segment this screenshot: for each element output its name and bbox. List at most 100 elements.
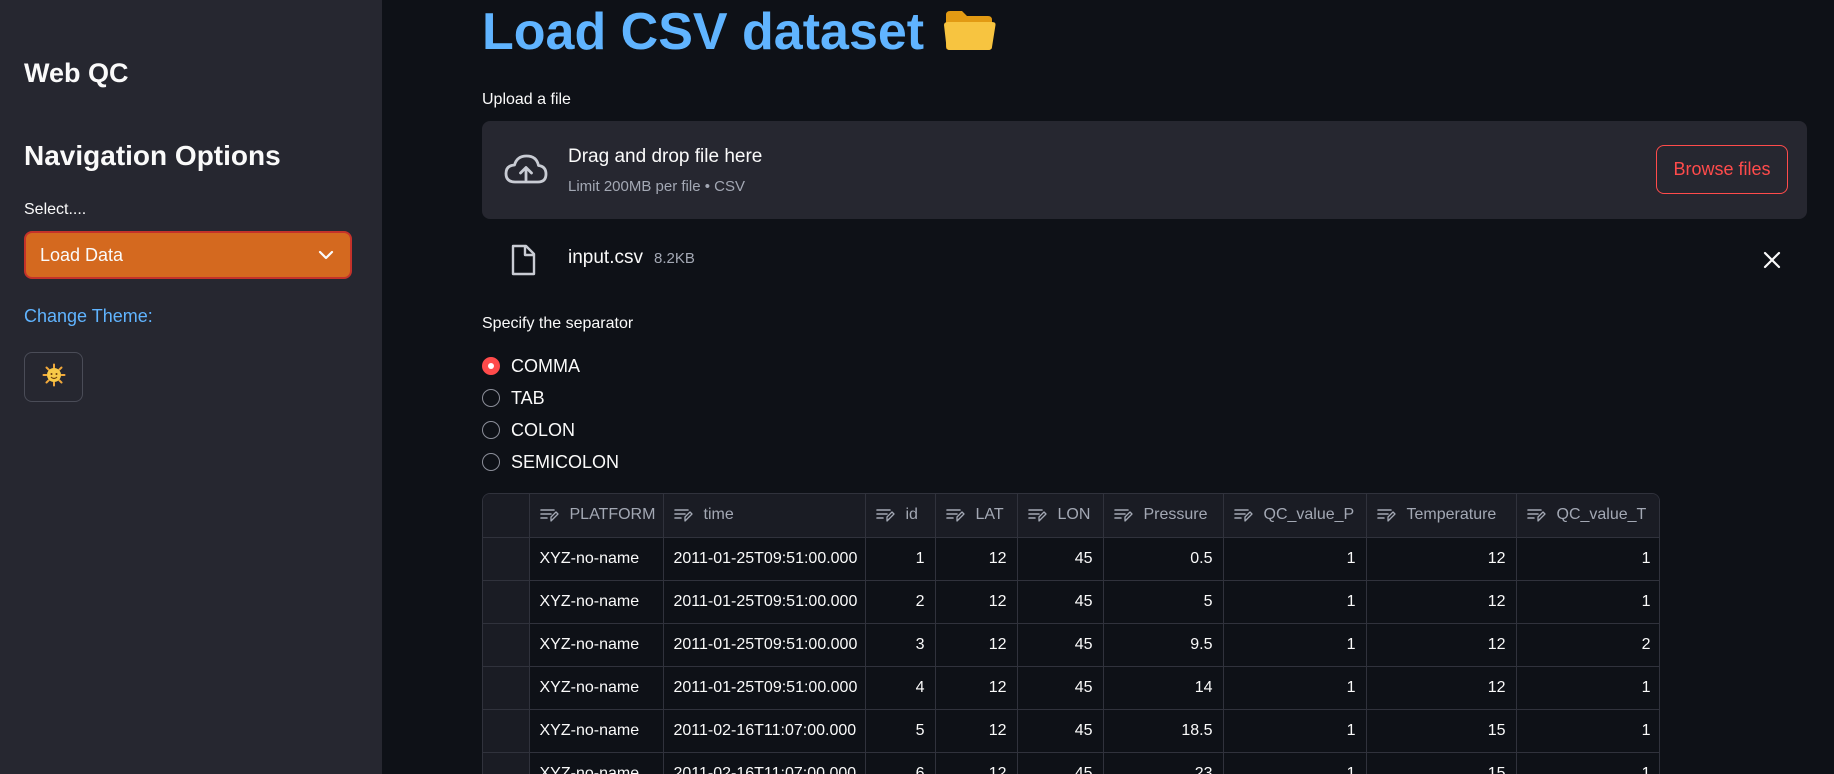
table-cell[interactable]: XYZ-no-name: [529, 709, 664, 753]
radio-button-checked[interactable]: [482, 357, 500, 375]
table-cell[interactable]: 1: [1223, 623, 1367, 667]
separator-label: Specify the separator: [482, 315, 634, 332]
radio-option-tab[interactable]: TAB: [482, 382, 619, 414]
navigation-heading: Navigation Options: [24, 140, 281, 171]
table-row[interactable]: XYZ-no-name 2011-01-25T09:51:00.000 4 12 45 1…: [483, 666, 1659, 710]
table-cell[interactable]: 5: [865, 709, 936, 753]
column-header-temperature[interactable]: Temperature: [1366, 494, 1517, 538]
dropzone-limit-text: Limit 200MB per file • CSV: [568, 178, 745, 195]
table-cell[interactable]: 2011-02-16T11:07:00.000: [663, 709, 866, 753]
radio-button[interactable]: [482, 389, 500, 407]
change-theme-label: Change Theme:: [24, 306, 153, 326]
table-cell[interactable]: 1: [1223, 752, 1367, 774]
table-cell[interactable]: 1: [1516, 537, 1659, 581]
table-cell[interactable]: 45: [1017, 709, 1104, 753]
table-cell[interactable]: 1: [1223, 537, 1367, 581]
column-header-content: QC_value_P: [1233, 506, 1356, 524]
separator-radio-group: COMMA TAB COLON SEMICOLON: [482, 350, 619, 478]
table-cell[interactable]: 1: [1516, 752, 1659, 774]
table-cell[interactable]: 0.5: [1103, 537, 1224, 581]
table-cell[interactable]: 23: [1103, 752, 1224, 774]
table-cell[interactable]: 2011-01-25T09:51:00.000: [663, 580, 866, 624]
table-cell[interactable]: 18.5: [1103, 709, 1224, 753]
column-header-content: PLATFORM: [539, 506, 655, 524]
table-cell[interactable]: XYZ-no-name: [529, 580, 664, 624]
radio-option-comma[interactable]: COMMA: [482, 350, 619, 382]
table-cell[interactable]: 2: [1516, 623, 1659, 667]
table-cell[interactable]: 1: [1516, 580, 1659, 624]
table-row[interactable]: XYZ-no-name 2011-02-16T11:07:00.000 5 12 45 1…: [483, 709, 1659, 753]
close-icon[interactable]: [1761, 249, 1783, 271]
table-row[interactable]: XYZ-no-name 2011-01-25T09:51:00.000 1 12 45 0…: [483, 537, 1659, 581]
table-cell[interactable]: 2: [865, 580, 936, 624]
table-cell[interactable]: XYZ-no-name: [529, 623, 664, 667]
column-header-lon[interactable]: LON: [1017, 494, 1104, 538]
table-row[interactable]: XYZ-no-name 2011-02-16T11:07:00.000 6 12 45 2…: [483, 752, 1659, 774]
table-cell[interactable]: 12: [1366, 666, 1517, 710]
column-header-time[interactable]: time: [663, 494, 866, 538]
table-cell[interactable]: 12: [935, 752, 1018, 774]
theme-toggle-button[interactable]: [24, 352, 83, 402]
table-cell[interactable]: 1: [1516, 709, 1659, 753]
table-cell[interactable]: 45: [1017, 623, 1104, 667]
table-cell[interactable]: 9.5: [1103, 623, 1224, 667]
radio-label: TAB: [511, 387, 545, 408]
column-header-id[interactable]: id: [865, 494, 936, 538]
table-row[interactable]: XYZ-no-name 2011-01-25T09:51:00.000 2 12 45 5…: [483, 580, 1659, 624]
table-cell[interactable]: 12: [935, 666, 1018, 710]
radio-label: COMMA: [511, 355, 580, 376]
table-cell[interactable]: XYZ-no-name: [529, 666, 664, 710]
table-cell[interactable]: 1: [1516, 666, 1659, 710]
browse-files-button[interactable]: Browse files: [1656, 145, 1788, 194]
table-cell[interactable]: 5: [1103, 580, 1224, 624]
table-cell[interactable]: 4: [865, 666, 936, 710]
table-cell[interactable]: 6: [865, 752, 936, 774]
navigation-select[interactable]: Load Data: [24, 231, 352, 279]
table-cell[interactable]: XYZ-no-name: [529, 537, 664, 581]
table-cell[interactable]: 45: [1017, 580, 1104, 624]
table-cell[interactable]: 45: [1017, 666, 1104, 710]
table-cell[interactable]: 15: [1366, 752, 1517, 774]
table-cell[interactable]: 1: [865, 537, 936, 581]
navigation-select-value: Load Data: [40, 244, 124, 265]
table-cell[interactable]: 12: [1366, 537, 1517, 581]
file-dropzone[interactable]: Drag and drop file here Limit 200MB per …: [482, 121, 1807, 219]
column-header-lat[interactable]: LAT: [935, 494, 1018, 538]
radio-button[interactable]: [482, 453, 500, 471]
select-label: Select....: [24, 201, 87, 218]
column-header-platform[interactable]: PLATFORM: [529, 494, 664, 538]
table-cell[interactable]: 2011-01-25T09:51:00.000: [663, 623, 866, 667]
column-header-pressure[interactable]: Pressure: [1103, 494, 1224, 538]
table-cell[interactable]: 1: [1223, 709, 1367, 753]
row-index-cell: [483, 666, 530, 710]
table-cell[interactable]: 1: [1223, 580, 1367, 624]
table-cell[interactable]: 12: [1366, 580, 1517, 624]
table-cell[interactable]: 12: [935, 709, 1018, 753]
table-row[interactable]: XYZ-no-name 2011-01-25T09:51:00.000 3 12 45 9…: [483, 623, 1659, 667]
table-cell[interactable]: 14: [1103, 666, 1224, 710]
table-cell[interactable]: 12: [935, 623, 1018, 667]
table-body: XYZ-no-name 2011-01-25T09:51:00.000 1 12 45 0…: [483, 537, 1659, 774]
column-header-label: Temperature: [1406, 506, 1497, 524]
cloud-upload-icon: [502, 150, 550, 190]
table-cell[interactable]: 2011-01-25T09:51:00.000: [663, 666, 866, 710]
table-cell[interactable]: 12: [935, 580, 1018, 624]
table-cell[interactable]: 2011-01-25T09:51:00.000: [663, 537, 866, 581]
table-cell[interactable]: 12: [935, 537, 1018, 581]
table-cell[interactable]: 15: [1366, 709, 1517, 753]
radio-option-colon[interactable]: COLON: [482, 414, 619, 446]
data-table[interactable]: PLATFORM time id LAT LON Pressure QC_value_P Te…: [482, 493, 1660, 774]
table-cell[interactable]: XYZ-no-name: [529, 752, 664, 774]
table-cell[interactable]: 45: [1017, 537, 1104, 581]
table-cell[interactable]: 45: [1017, 752, 1104, 774]
column-header-qc-value-t[interactable]: QC_value_T: [1516, 494, 1659, 538]
column-header-qc-value-p[interactable]: QC_value_P: [1223, 494, 1367, 538]
table-cell[interactable]: 2011-02-16T11:07:00.000: [663, 752, 866, 774]
radio-option-semicolon[interactable]: SEMICOLON: [482, 446, 619, 478]
radio-button[interactable]: [482, 421, 500, 439]
table-cell[interactable]: 3: [865, 623, 936, 667]
column-header-label: QC_value_T: [1556, 506, 1647, 524]
column-header-content: id: [875, 506, 925, 524]
table-cell[interactable]: 12: [1366, 623, 1517, 667]
table-cell[interactable]: 1: [1223, 666, 1367, 710]
